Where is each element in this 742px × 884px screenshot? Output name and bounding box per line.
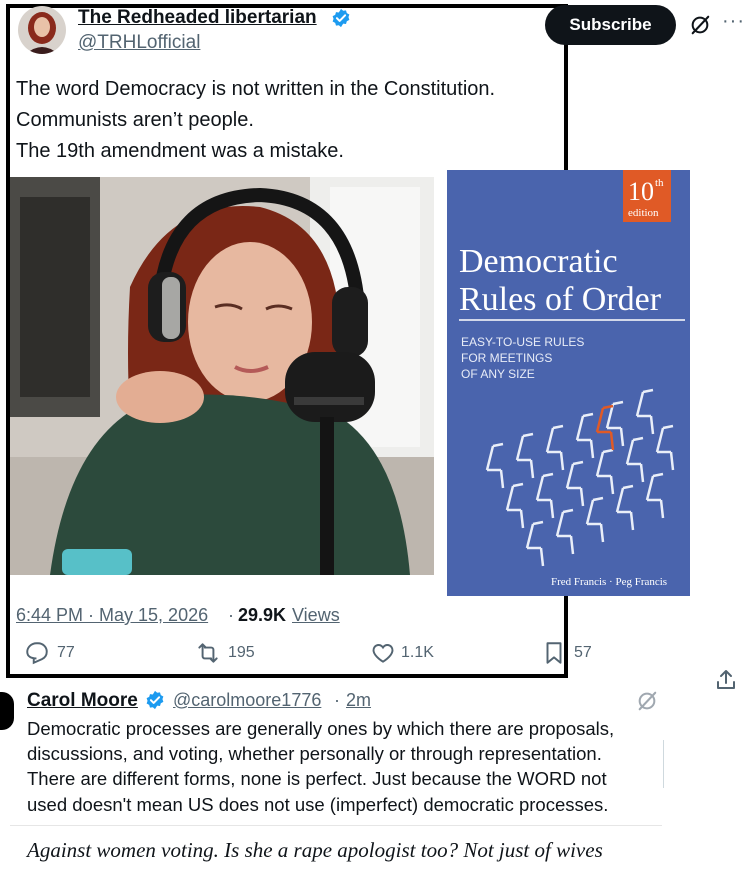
reply-text-line-1: Democratic processes are generally ones …: [27, 718, 615, 739]
reply-text-line-3: There are different forms, none is perfe…: [27, 768, 607, 789]
share-icon[interactable]: [714, 668, 738, 692]
edition-suffix: th: [655, 177, 664, 189]
edition-number: 10: [628, 177, 654, 206]
reply-text-line-2: discussions, and voting, whether persona…: [27, 743, 602, 764]
quote-text: Against women voting. Is she a rape apol…: [27, 838, 603, 862]
verified-badge-icon: [146, 690, 164, 710]
retweet-count: 195: [228, 644, 255, 661]
book-subtitle-line-3: OF ANY SIZE: [461, 367, 535, 381]
retweet-icon[interactable]: [195, 640, 221, 666]
handle[interactable]: @TRHLofficial: [78, 32, 200, 54]
like-icon[interactable]: [370, 640, 396, 666]
more-options-icon[interactable]: ···: [722, 10, 742, 33]
views-count: 29.9K: [238, 605, 287, 625]
tweet-timestamp[interactable]: 6:44 PM · May 15, 2026: [16, 605, 208, 626]
reply-count: 77: [57, 644, 75, 661]
views-separator: ·: [228, 605, 234, 625]
subscribe-button[interactable]: Subscribe: [545, 5, 676, 45]
views-link[interactable]: Views: [292, 605, 340, 626]
bookmark-icon[interactable]: [541, 640, 567, 666]
bookmark-count: 57: [574, 644, 592, 661]
reply-display-name[interactable]: Carol Moore: [27, 690, 138, 712]
reply-separator: ·: [334, 690, 340, 710]
divider: [663, 740, 664, 788]
tweet-text-line-1: The word Democracy is not written in the…: [16, 78, 496, 100]
divider: [10, 825, 662, 826]
verified-badge-icon: [332, 8, 350, 28]
avatar[interactable]: [18, 6, 66, 54]
reply-text-line-4: used doesn't mean US does not use (imper…: [27, 794, 609, 815]
reply-avatar[interactable]: [0, 692, 14, 730]
reply-timestamp[interactable]: 2m: [346, 690, 371, 711]
tweet-text-line-2: Communists aren’t people.: [16, 109, 254, 131]
book-subtitle-line-1: EASY-TO-USE RULES: [461, 335, 584, 349]
book-subtitle-line-2: FOR MEETINGS: [461, 351, 552, 365]
reply-icon[interactable]: [24, 640, 50, 666]
reply-handle[interactable]: @carolmoore1776: [173, 690, 321, 711]
book-title-line-2: Rules of Order: [459, 281, 662, 318]
book-authors: Fred Francis · Peg Francis: [551, 576, 667, 588]
tweet-text-line-3: The 19th amendment was a mistake.: [16, 140, 344, 162]
edition-word: edition: [628, 207, 659, 219]
grok-icon[interactable]: [636, 690, 658, 712]
like-count: 1.1K: [401, 644, 434, 661]
book-cover-image[interactable]: 10 th edition Democratic Rules of Order …: [447, 170, 690, 596]
grok-icon[interactable]: [689, 14, 711, 36]
tweet-photo[interactable]: [10, 177, 434, 575]
display-name[interactable]: The Redheaded libertarian: [78, 7, 317, 29]
book-title-line-1: Democratic: [459, 243, 618, 280]
